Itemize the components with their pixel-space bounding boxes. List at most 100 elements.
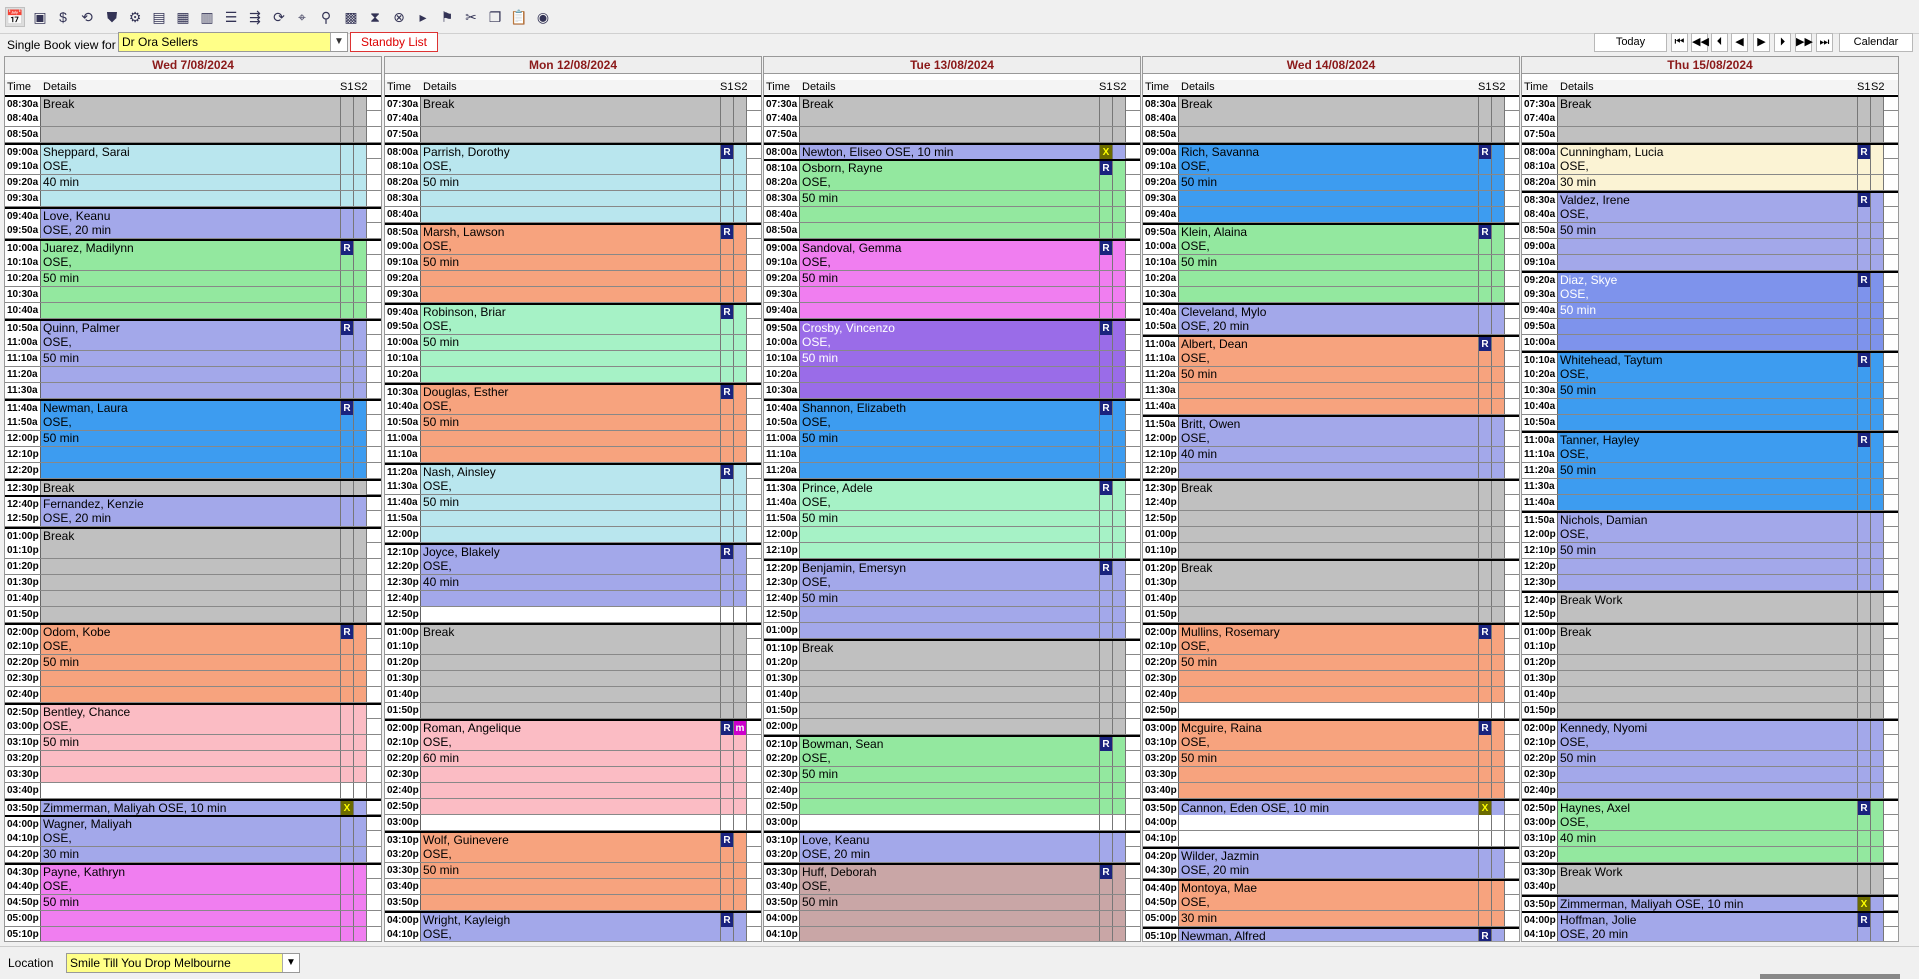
- time-slot-row[interactable]: 01:50p: [385, 703, 761, 719]
- time-slot-row[interactable]: 09:50a OSE, 20 min: [5, 223, 381, 239]
- status-s2-cell[interactable]: [1871, 193, 1884, 208]
- slot-details[interactable]: 50 min: [1179, 175, 1479, 190]
- status-s2-cell[interactable]: [734, 591, 747, 606]
- status-s2-cell[interactable]: [1113, 591, 1126, 606]
- status-s1-cell[interactable]: [1479, 655, 1492, 670]
- status-badge[interactable]: R: [1100, 481, 1113, 496]
- status-s2-cell[interactable]: [1871, 127, 1884, 142]
- status-s1-cell[interactable]: [1858, 783, 1871, 798]
- status-s2-cell[interactable]: [1871, 433, 1884, 448]
- status-s2-cell[interactable]: [1492, 97, 1505, 112]
- time-slot-row[interactable]: 12:20p: [1522, 559, 1898, 575]
- status-s2-cell[interactable]: [354, 223, 367, 238]
- time-slot-row[interactable]: 02:30p: [5, 671, 381, 687]
- slot-details[interactable]: [1558, 127, 1858, 142]
- slot-details[interactable]: [1179, 687, 1479, 702]
- status-s2-cell[interactable]: [1113, 833, 1126, 848]
- standby-list-button[interactable]: Standby List: [350, 32, 438, 52]
- status-s1-cell[interactable]: [1479, 849, 1492, 864]
- status-s2-cell[interactable]: [734, 559, 747, 574]
- status-s2-cell[interactable]: [734, 145, 747, 160]
- time-slot-row[interactable]: 10:20a: [385, 367, 761, 383]
- shield-icon[interactable]: ⛊: [102, 7, 122, 27]
- time-slot-row[interactable]: 01:30p: [1522, 671, 1898, 687]
- slot-details[interactable]: Bowman, Sean: [800, 737, 1100, 752]
- slot-details[interactable]: Break: [421, 625, 721, 640]
- slot-details[interactable]: Wilder, Jazmin: [1179, 849, 1479, 864]
- status-s1-cell[interactable]: [1858, 721, 1871, 736]
- status-s1-cell[interactable]: [1479, 911, 1492, 926]
- status-s2-cell[interactable]: [1113, 847, 1126, 862]
- status-s1-cell[interactable]: [1479, 111, 1492, 126]
- status-s1-cell[interactable]: [1858, 735, 1871, 750]
- status-s2-cell[interactable]: [1492, 607, 1505, 622]
- slot-details[interactable]: 50 min: [41, 655, 341, 670]
- status-s2-cell[interactable]: [1492, 767, 1505, 782]
- time-slot-row[interactable]: 03:40p OSE,: [764, 879, 1140, 895]
- time-slot-row[interactable]: 09:50a Crosby, Vincenzo R: [764, 319, 1140, 336]
- slot-details[interactable]: OSE,: [800, 335, 1100, 350]
- time-slot-row[interactable]: 02:10p Bowman, Sean R: [764, 735, 1140, 752]
- slot-details[interactable]: [800, 223, 1100, 238]
- status-s2-cell[interactable]: [354, 463, 367, 478]
- chevron-down-icon[interactable]: ▼: [330, 33, 347, 51]
- status-s2-cell[interactable]: [1871, 97, 1884, 112]
- time-slot-row[interactable]: 08:20a OSE,: [764, 175, 1140, 191]
- status-s2-cell[interactable]: [1871, 783, 1884, 798]
- status-s1-cell[interactable]: [1479, 319, 1492, 334]
- status-s2-cell[interactable]: [1871, 655, 1884, 670]
- status-s2-cell[interactable]: [734, 495, 747, 510]
- status-s2-cell[interactable]: [354, 209, 367, 224]
- status-s1-cell[interactable]: [1858, 479, 1871, 494]
- status-s2-cell[interactable]: [1492, 271, 1505, 286]
- time-slot-row[interactable]: 10:10a 50 min: [1143, 255, 1519, 271]
- time-slot-row[interactable]: 08:40a: [5, 111, 381, 127]
- status-s2-cell[interactable]: [1871, 767, 1884, 782]
- slot-details[interactable]: 50 min: [1558, 543, 1858, 558]
- status-s1-cell[interactable]: [1479, 271, 1492, 286]
- status-s2-cell[interactable]: [1871, 847, 1884, 862]
- slot-details[interactable]: [800, 111, 1100, 126]
- slot-details[interactable]: OSE,: [1558, 527, 1858, 542]
- status-s1-cell[interactable]: [341, 671, 354, 686]
- status-s2-cell[interactable]: [1113, 511, 1126, 526]
- status-s1-cell[interactable]: [721, 687, 734, 702]
- status-s2-cell[interactable]: [354, 335, 367, 350]
- status-s2-cell[interactable]: [1871, 607, 1884, 622]
- status-s2-cell[interactable]: [734, 191, 747, 206]
- time-slot-row[interactable]: 08:00a Parrish, Dorothy R: [385, 143, 761, 160]
- today-button[interactable]: Today: [1594, 33, 1667, 52]
- status-s2-cell[interactable]: [1113, 527, 1126, 542]
- time-slot-row[interactable]: 10:50a OSE,: [764, 415, 1140, 431]
- status-s2-cell[interactable]: [1492, 417, 1505, 432]
- time-slot-row[interactable]: 03:30p: [1143, 767, 1519, 783]
- time-slot-row[interactable]: 11:00a: [385, 431, 761, 447]
- status-s2-cell[interactable]: [1492, 287, 1505, 302]
- status-s2-cell[interactable]: [354, 431, 367, 446]
- time-slot-row[interactable]: 09:40a Robinson, Briar R: [385, 303, 761, 320]
- time-slot-row[interactable]: 02:50p: [385, 799, 761, 815]
- slot-details[interactable]: [1179, 111, 1479, 126]
- time-slot-row[interactable]: 10:40a Cleveland, Mylo: [1143, 303, 1519, 320]
- status-s2-cell[interactable]: [354, 817, 367, 832]
- status-s2-cell[interactable]: [734, 511, 747, 526]
- status-s2-cell[interactable]: [1492, 543, 1505, 558]
- time-slot-row[interactable]: 11:50a OSE,: [5, 415, 381, 431]
- status-s2-cell[interactable]: [1113, 367, 1126, 382]
- slot-details[interactable]: Valdez, Irene: [1558, 193, 1858, 208]
- status-s2-cell[interactable]: [1113, 207, 1126, 222]
- time-slot-row[interactable]: 11:10a 50 min: [5, 351, 381, 367]
- slot-details[interactable]: [1179, 287, 1479, 302]
- status-s1-cell[interactable]: [1858, 831, 1871, 846]
- slot-details[interactable]: Quinn, Palmer: [41, 321, 341, 336]
- status-s1-cell[interactable]: [721, 625, 734, 640]
- status-s2-cell[interactable]: [354, 401, 367, 416]
- status-s2-cell[interactable]: [1871, 447, 1884, 462]
- status-s2-cell[interactable]: [1113, 447, 1126, 462]
- slot-details[interactable]: OSE,: [800, 175, 1100, 190]
- slot-details[interactable]: [421, 815, 721, 830]
- status-s1-cell[interactable]: [341, 591, 354, 606]
- status-s2-cell[interactable]: [734, 255, 747, 270]
- status-badge[interactable]: R: [1858, 801, 1871, 816]
- slot-details[interactable]: Bentley, Chance: [41, 705, 341, 720]
